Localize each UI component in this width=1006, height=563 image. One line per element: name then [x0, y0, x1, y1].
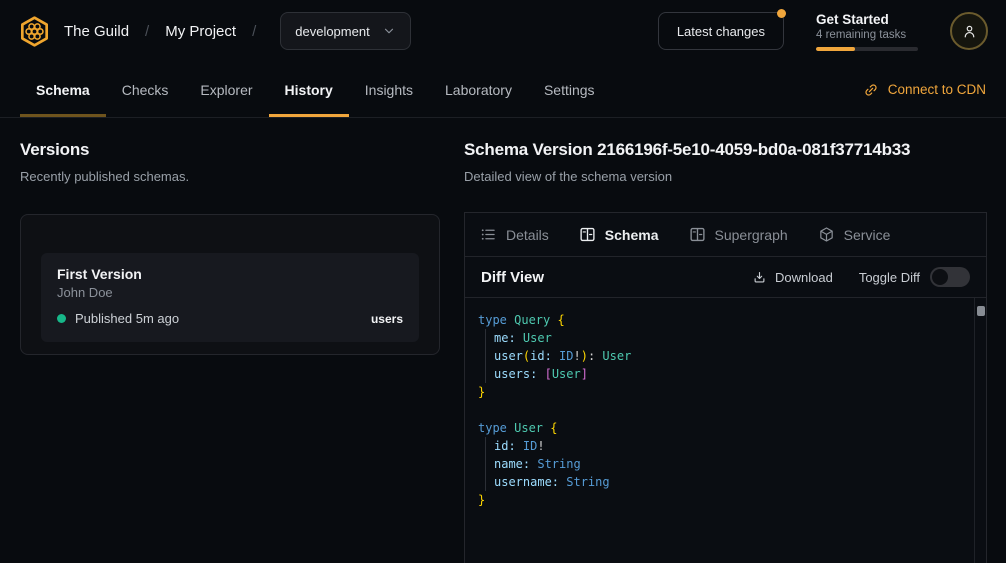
nav-tab-underline — [349, 114, 429, 117]
version-service-badge: users — [371, 312, 403, 326]
toggle-knob — [932, 269, 948, 285]
diff-view-toolbar: Diff View Download Toggle Diff — [465, 256, 986, 298]
nav-tab-checks[interactable]: Checks — [106, 62, 185, 117]
versions-title: Versions — [20, 140, 440, 160]
versions-subtitle: Recently published schemas. — [20, 169, 440, 184]
nav-tab-schema[interactable]: Schema — [20, 62, 106, 117]
nav-tab-underline — [184, 114, 268, 117]
person-icon — [961, 23, 978, 40]
breadcrumb-project[interactable]: My Project — [165, 23, 236, 40]
schema-version-title: Schema Version 2166196f-5e10-4059-bd0a-0… — [464, 140, 987, 160]
nav-tab-label: Settings — [544, 82, 595, 98]
get-started-progress-fill — [816, 47, 855, 51]
diff-view-title: Diff View — [481, 269, 544, 286]
nav-tab-label: Insights — [365, 82, 413, 98]
tab-label: Service — [844, 227, 891, 243]
hive-logo-icon[interactable] — [18, 15, 51, 48]
nav-tab-label: Schema — [36, 82, 90, 98]
tab-schema[interactable]: Schema — [579, 226, 659, 243]
columns-icon — [689, 226, 706, 243]
versions-section-header: Versions Recently published schemas. — [20, 140, 440, 184]
nav-tab-insights[interactable]: Insights — [349, 62, 429, 117]
code-scrollbar[interactable] — [974, 298, 986, 563]
code-block: type Query {me: Useruser(id: ID!): Useru… — [478, 311, 960, 509]
main-nav: Schema Checks Explorer History Insights … — [0, 62, 1006, 118]
version-name: First Version — [57, 266, 403, 282]
nav-tab-label: History — [285, 82, 333, 98]
target-selector[interactable]: development — [280, 12, 410, 50]
diff-view-actions: Download Toggle Diff — [752, 267, 970, 287]
schema-version-panel: Details Schema Supergraph — [464, 212, 987, 563]
nav-tab-laboratory[interactable]: Laboratory — [429, 62, 528, 117]
version-author: John Doe — [57, 285, 403, 300]
download-button[interactable]: Download — [752, 270, 833, 285]
topbar-right: Latest changes Get Started 4 remaining t… — [658, 12, 988, 51]
tab-label: Supergraph — [715, 227, 788, 243]
connect-to-cdn-button[interactable]: Connect to CDN — [863, 62, 986, 117]
target-selector-value: development — [295, 24, 369, 39]
version-status: Published 5m ago — [75, 311, 179, 326]
toggle-diff-switch[interactable] — [930, 267, 970, 287]
get-started-title: Get Started — [816, 12, 918, 27]
version-status-row: Published 5m ago users — [57, 311, 403, 326]
nav-tab-label: Checks — [122, 82, 169, 98]
nav-tab-settings[interactable]: Settings — [528, 62, 611, 117]
list-icon — [480, 226, 497, 243]
download-label: Download — [775, 270, 833, 285]
top-bar: The Guild / My Project / development Lat… — [0, 0, 1006, 62]
latest-changes-label: Latest changes — [677, 24, 765, 39]
notification-dot — [777, 9, 786, 18]
nav-tab-explorer[interactable]: Explorer — [184, 62, 268, 117]
latest-changes-button[interactable]: Latest changes — [658, 12, 784, 50]
nav-tab-label: Explorer — [200, 82, 252, 98]
version-list-item[interactable]: First Version John Doe Published 5m ago … — [41, 253, 419, 342]
nav-tab-underline — [528, 114, 611, 117]
schema-version-header: Schema Version 2166196f-5e10-4059-bd0a-0… — [464, 140, 987, 184]
versions-list-card: First Version John Doe Published 5m ago … — [20, 214, 440, 355]
tab-label: Details — [506, 227, 549, 243]
schema-code-viewer[interactable]: type Query {me: Useruser(id: ID!): Useru… — [465, 298, 986, 563]
columns-icon — [579, 226, 596, 243]
breadcrumb: The Guild / My Project / development — [18, 12, 411, 50]
get-started-subtitle: 4 remaining tasks — [816, 29, 918, 41]
cube-icon — [818, 226, 835, 243]
nav-tab-underline — [20, 114, 106, 117]
nav-tab-underline — [429, 114, 528, 117]
nav-tab-underline — [106, 114, 185, 117]
breadcrumb-separator: / — [142, 23, 152, 40]
tab-service[interactable]: Service — [818, 226, 891, 243]
user-avatar[interactable] — [950, 12, 988, 50]
toggle-diff-group: Toggle Diff — [859, 267, 970, 287]
tab-label: Schema — [605, 227, 659, 243]
nav-tab-label: Laboratory — [445, 82, 512, 98]
link-icon — [863, 82, 879, 98]
published-status-dot — [57, 314, 66, 323]
toggle-diff-label: Toggle Diff — [859, 270, 920, 285]
code-scrollbar-thumb[interactable] — [977, 306, 985, 316]
chevron-down-icon — [382, 24, 396, 38]
get-started-progress-bar — [816, 47, 918, 51]
nav-tab-history[interactable]: History — [269, 62, 349, 117]
schema-panel-tabs: Details Schema Supergraph — [465, 213, 986, 256]
app-window: The Guild / My Project / development Lat… — [0, 0, 1006, 563]
download-icon — [752, 270, 767, 285]
breadcrumb-org[interactable]: The Guild — [64, 23, 129, 40]
tab-supergraph[interactable]: Supergraph — [689, 226, 788, 243]
schema-version-subtitle: Detailed view of the schema version — [464, 169, 987, 184]
tab-details[interactable]: Details — [480, 226, 549, 243]
connect-to-cdn-label: Connect to CDN — [888, 82, 986, 97]
nav-tab-underline — [269, 114, 349, 117]
breadcrumb-separator: / — [249, 23, 259, 40]
get-started-widget[interactable]: Get Started 4 remaining tasks — [816, 12, 918, 51]
